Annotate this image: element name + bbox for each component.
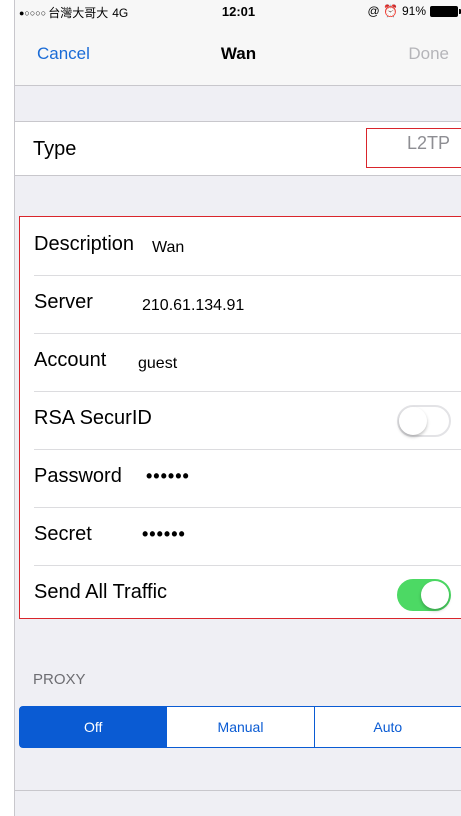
page-title: Wan [220, 44, 257, 63]
screen: ●○○○○ 台灣大哥大 4G 12:01 @ ⏰ 91% Cancel Wan … [14, 0, 461, 816]
account-row[interactable]: Account guest [20, 333, 461, 392]
rsa-securid-toggle[interactable] [397, 405, 451, 437]
alarm-icon: @ ⏰ [367, 4, 398, 18]
password-label: Password [34, 465, 122, 487]
proxy-option-manual[interactable]: Manual [166, 707, 313, 747]
secret-label: Secret [34, 523, 92, 545]
account-label: Account [34, 349, 107, 371]
description-label: Description [34, 233, 135, 255]
nav-bar: Cancel Wan Done [15, 22, 461, 86]
rsa-securid-row: RSA SecurID [20, 391, 461, 450]
toggle-knob [399, 407, 427, 435]
status-bar: ●○○○○ 台灣大哥大 4G 12:01 @ ⏰ 91% [15, 0, 461, 22]
proxy-option-auto[interactable]: Auto [313, 707, 461, 747]
send-all-traffic-row: Send All Traffic [20, 565, 461, 624]
server-label: Server [34, 291, 93, 313]
proxy-option-off[interactable]: Off [20, 707, 167, 747]
toggle-knob [421, 581, 449, 609]
send-all-traffic-label: Send All Traffic [34, 581, 168, 603]
rsa-securid-label: RSA SecurID [34, 407, 152, 429]
server-row[interactable]: Server 210.61.134.91 [20, 275, 461, 334]
type-value: L2TP [406, 133, 450, 153]
battery-percent: 91% [401, 4, 426, 18]
proxy-section-header: PROXY [33, 671, 86, 688]
vpn-config-group: Description Wan Server 210.61.134.91 Acc… [19, 216, 461, 619]
description-field[interactable]: Wan [152, 239, 184, 257]
secret-row[interactable]: Secret •••••• [20, 507, 461, 566]
description-row[interactable]: Description Wan [20, 217, 461, 276]
done-button[interactable]: Done [408, 44, 449, 64]
send-all-traffic-toggle[interactable] [397, 579, 451, 611]
battery-icon [430, 5, 461, 17]
password-field[interactable]: •••••• [146, 466, 190, 487]
type-row[interactable]: Type L2TP [15, 121, 461, 176]
bottom-divider [15, 790, 461, 791]
status-right: @ ⏰ 91% [367, 4, 461, 18]
secret-field[interactable]: •••••• [142, 524, 186, 545]
type-label: Type [33, 138, 77, 160]
proxy-segmented-control: Off Manual Auto [19, 706, 461, 748]
account-field[interactable]: guest [138, 355, 177, 373]
server-field[interactable]: 210.61.134.91 [142, 297, 244, 315]
password-row[interactable]: Password •••••• [20, 449, 461, 508]
